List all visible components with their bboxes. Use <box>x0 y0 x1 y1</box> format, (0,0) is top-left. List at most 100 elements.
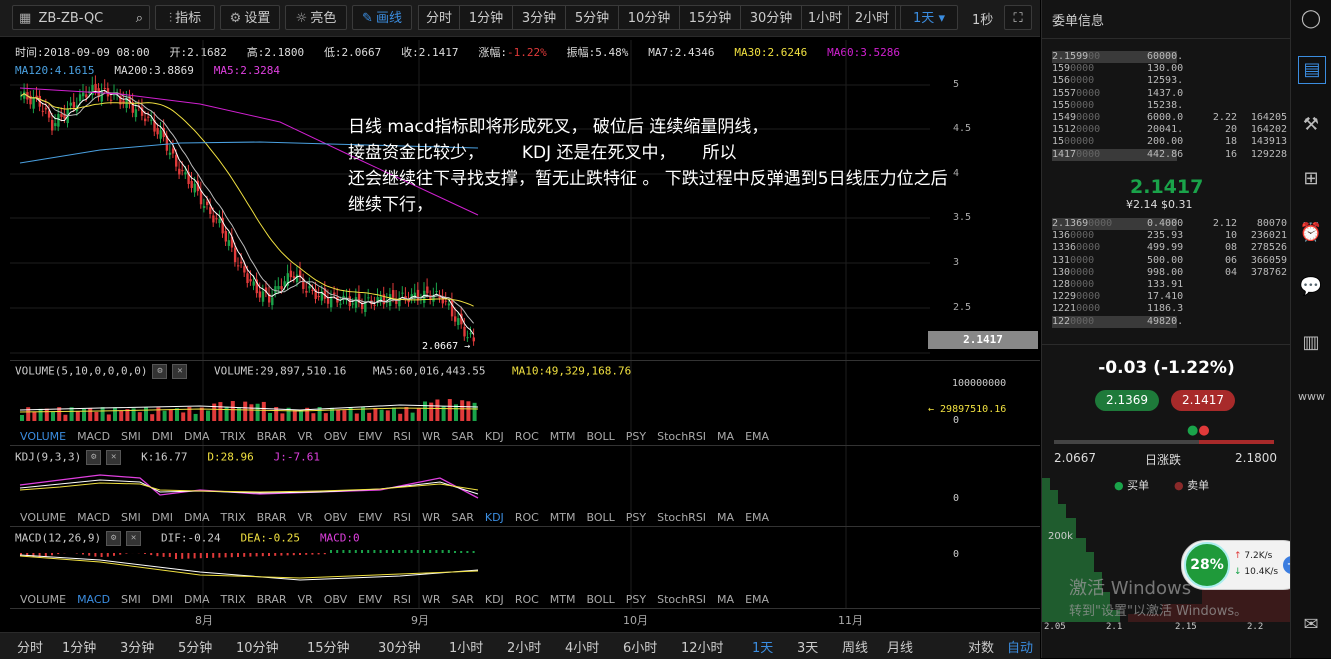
macd-settings-icon[interactable]: ⚙ <box>106 531 121 546</box>
indicator-tab[interactable]: BRAR <box>257 511 287 524</box>
indicator-tab[interactable]: MTM <box>550 511 576 524</box>
bottom-period-tab[interactable]: 1分钟 <box>62 637 96 656</box>
indicator-tab[interactable]: ROC <box>515 430 539 443</box>
alarm-clock-icon[interactable]: ⏰ <box>1298 220 1324 246</box>
bottom-period-tab[interactable]: 15分钟 <box>307 637 350 656</box>
indicator-tab[interactable]: MTM <box>550 593 576 606</box>
bid-row[interactable]: 1360000235.9310236021 <box>1052 230 1287 242</box>
kdj-settings-icon[interactable]: ⚙ <box>86 450 101 465</box>
bottom-period-tab[interactable]: 2小时 <box>507 637 541 656</box>
indicator-tab[interactable]: EMA <box>745 430 769 443</box>
indicator-tab[interactable]: MA <box>717 593 734 606</box>
indicator-tab[interactable]: KDJ <box>485 430 504 443</box>
macd-close-icon[interactable]: ✕ <box>126 531 141 546</box>
ask-row[interactable]: 154900006000.02.22164205 <box>1052 112 1287 124</box>
indicator-tab[interactable]: DMI <box>152 430 173 443</box>
indicator-tab[interactable]: VR <box>298 593 313 606</box>
user-icon[interactable]: ◯ <box>1298 6 1324 32</box>
indicator-tab[interactable]: VOLUME <box>20 430 66 443</box>
indicator-tab[interactable]: RSI <box>393 511 411 524</box>
indicator-tab[interactable]: KDJ <box>485 511 504 524</box>
indicator-tab[interactable]: OBV <box>324 430 347 443</box>
indicator-tab[interactable]: MA <box>717 430 734 443</box>
chat-bubble-icon[interactable]: 💬 <box>1298 274 1324 300</box>
bid-price-button[interactable]: 2.1369 <box>1095 390 1159 411</box>
indicator-tab[interactable]: MACD <box>77 511 110 524</box>
bid-row[interactable]: 2.136900000.40002.1280070 <box>1052 218 1177 230</box>
indicator-tab[interactable]: BOLL <box>587 593 615 606</box>
ask-row[interactable]: 1590000130.00 <box>1052 63 1287 75</box>
indicator-tab[interactable]: EMV <box>358 430 382 443</box>
ask-row[interactable]: 14170000442.8616129228 <box>1052 149 1177 161</box>
bottom-period-tab[interactable]: 30分钟 <box>378 637 421 656</box>
indicator-tab[interactable]: OBV <box>324 511 347 524</box>
indicator-tab[interactable]: EMV <box>358 511 382 524</box>
indicator-tab[interactable]: MACD <box>77 430 110 443</box>
indicator-tab[interactable]: TRIX <box>220 511 245 524</box>
indicator-tab[interactable]: StochRSI <box>657 593 706 606</box>
bottom-period-tab[interactable]: 10分钟 <box>236 637 279 656</box>
volume-settings-icon[interactable]: ⚙ <box>152 364 167 379</box>
bottom-period-tab[interactable]: 周线 <box>842 637 868 656</box>
indicator-tab[interactable]: ROC <box>515 511 539 524</box>
bottom-period-tab[interactable]: 分时 <box>17 637 43 656</box>
ask-row[interactable]: 1512000020041.20164202 <box>1052 124 1287 136</box>
indicator-tab[interactable]: PSY <box>626 430 646 443</box>
bottom-period-tab[interactable]: 6小时 <box>623 637 657 656</box>
indicator-tab[interactable]: EMV <box>358 593 382 606</box>
bottom-period-tab[interactable]: 1天 <box>752 637 773 656</box>
auction-hammer-icon[interactable]: ⚒ <box>1298 112 1324 138</box>
indicator-tab[interactable]: MTM <box>550 430 576 443</box>
volume-close-icon[interactable]: ✕ <box>172 364 187 379</box>
ask-row[interactable]: 155000015238. <box>1052 100 1287 112</box>
document-list-icon[interactable]: ▥ <box>1298 330 1324 356</box>
bid-row[interactable]: 1229000017.410 <box>1052 291 1287 303</box>
indicator-tab[interactable]: VR <box>298 430 313 443</box>
chart-icon[interactable]: ▤ <box>1298 56 1326 84</box>
bottom-period-tab[interactable]: 5分钟 <box>178 637 212 656</box>
bid-row[interactable]: 122100001186.3 <box>1052 303 1287 315</box>
indicator-tab[interactable]: MACD <box>77 593 110 606</box>
indicator-tab[interactable]: TRIX <box>220 593 245 606</box>
network-speed-widget[interactable]: 28% ↑ 7.2K/s ↓ 10.4K/s + <box>1181 540 1307 590</box>
auto-scale-button[interactable]: 自动 <box>1007 637 1033 656</box>
kdj-close-icon[interactable]: ✕ <box>106 450 121 465</box>
ask-row[interactable]: 155700001437.0 <box>1052 88 1287 100</box>
indicator-tab[interactable]: MA <box>717 511 734 524</box>
indicator-tab[interactable]: SMI <box>121 511 141 524</box>
indicator-tab[interactable]: SAR <box>452 593 474 606</box>
indicator-tab[interactable]: SMI <box>121 430 141 443</box>
indicator-tab[interactable]: DMA <box>184 593 210 606</box>
bottom-period-tab[interactable]: 1小时 <box>449 637 483 656</box>
bid-row[interactable]: 1300000998.0004378762 <box>1052 267 1287 279</box>
email-icon[interactable]: ✉ <box>1298 612 1324 638</box>
bottom-period-tab[interactable]: 3天 <box>797 637 818 656</box>
indicator-tab[interactable]: DMI <box>152 593 173 606</box>
bid-row[interactable]: 1310000500.0006366059 <box>1052 255 1287 267</box>
ask-row[interactable]: 1500000200.0018143913 <box>1052 136 1287 148</box>
indicator-tab[interactable]: StochRSI <box>657 430 706 443</box>
indicator-tab[interactable]: DMA <box>184 430 210 443</box>
bid-row[interactable]: 13360000499.9908278526 <box>1052 242 1287 254</box>
indicator-tab[interactable]: SAR <box>452 511 474 524</box>
add-document-icon[interactable]: ⊞ <box>1298 166 1324 192</box>
indicator-tab[interactable]: WR <box>422 593 441 606</box>
indicator-tab[interactable]: VR <box>298 511 313 524</box>
indicator-tab[interactable]: ROC <box>515 593 539 606</box>
web-icon[interactable]: www <box>1298 384 1324 410</box>
indicator-tab[interactable]: OBV <box>324 593 347 606</box>
indicator-tab[interactable]: RSI <box>393 593 411 606</box>
bottom-period-tab[interactable]: 4小时 <box>565 637 599 656</box>
indicator-tab[interactable]: BOLL <box>587 511 615 524</box>
bottom-period-tab[interactable]: 12小时 <box>681 637 724 656</box>
log-scale-button[interactable]: 对数 <box>968 637 994 656</box>
indicator-tab[interactable]: BRAR <box>257 430 287 443</box>
indicator-tab[interactable]: KDJ <box>485 593 504 606</box>
bottom-period-tab[interactable]: 3分钟 <box>120 637 154 656</box>
ask-price-button[interactable]: 2.1417 <box>1171 390 1235 411</box>
indicator-tab[interactable]: VOLUME <box>20 511 66 524</box>
indicator-tab[interactable]: BOLL <box>587 430 615 443</box>
indicator-tab[interactable]: BRAR <box>257 593 287 606</box>
indicator-tab[interactable]: TRIX <box>220 430 245 443</box>
indicator-tab[interactable]: SAR <box>452 430 474 443</box>
